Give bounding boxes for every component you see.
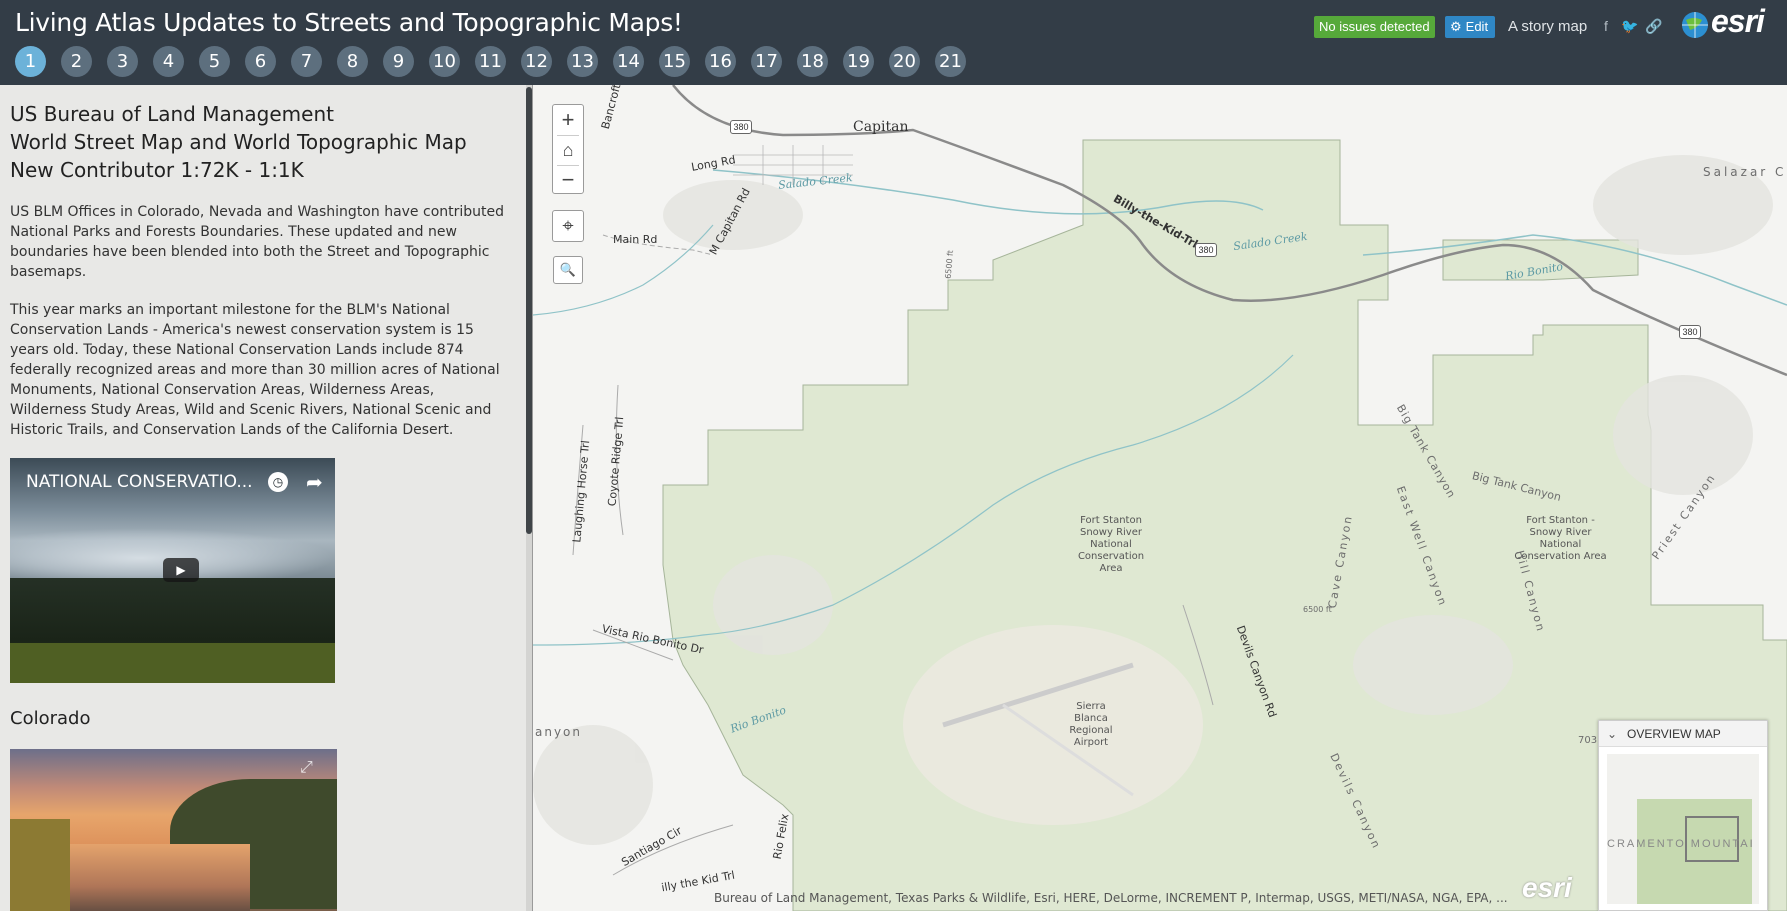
section-title-line2: World Street Map and World Topographic M… [10, 130, 467, 154]
tab-10[interactable]: 10 [429, 46, 460, 77]
video-title[interactable]: NATIONAL CONSERVATIO... [26, 472, 253, 492]
tab-14[interactable]: 14 [613, 46, 644, 77]
zoom-control: + ⌂ − [552, 104, 584, 194]
share-arrow-icon[interactable]: ➦ [306, 470, 323, 495]
chevron-down-icon[interactable]: ⌄ [1607, 721, 1617, 747]
video-grass [10, 643, 335, 683]
twitter-icon[interactable]: 🐦 [1621, 17, 1639, 35]
tab-18[interactable]: 18 [797, 46, 828, 77]
tab-3[interactable]: 3 [107, 46, 138, 77]
label-capitan: Capitan [853, 119, 909, 135]
locate-icon[interactable]: ⌖ [552, 210, 584, 242]
overview-map[interactable]: ⌄ OVERVIEW MAP CRAMENTO MOUNTAI [1598, 720, 1768, 911]
overview-map-title: OVERVIEW MAP [1627, 727, 1721, 741]
section-heading-colorado: Colorado [10, 708, 91, 729]
tab-11[interactable]: 11 [475, 46, 506, 77]
search-icon[interactable]: 🔍 [553, 256, 583, 284]
tab-9[interactable]: 9 [383, 46, 414, 77]
route-380-shield-2: 380 [1195, 243, 1217, 257]
tab-8[interactable]: 8 [337, 46, 368, 77]
app-header: Living Atlas Updates to Streets and Topo… [0, 0, 1787, 85]
tab-21[interactable]: 21 [935, 46, 966, 77]
label-salazar: Salazar C [1703, 165, 1787, 179]
tab-4[interactable]: 4 [153, 46, 184, 77]
zoom-out-button[interactable]: − [553, 165, 583, 195]
tab-16[interactable]: 16 [705, 46, 736, 77]
tab-7[interactable]: 7 [291, 46, 322, 77]
label-main-rd: Main Rd [613, 233, 658, 246]
paragraph-milestone: This year marks an important milestone f… [10, 302, 500, 438]
label-anyon: anyon [535, 725, 583, 739]
tab-19[interactable]: 19 [843, 46, 874, 77]
tab-5[interactable]: 5 [199, 46, 230, 77]
colorado-river-photo[interactable]: ⤢ [10, 749, 337, 911]
overview-region-label: CRAMENTO MOUNTAI [1607, 838, 1755, 850]
tab-12[interactable]: 12 [521, 46, 552, 77]
story-title: Living Atlas Updates to Streets and Topo… [15, 8, 683, 37]
watch-later-icon[interactable]: ◷ [268, 472, 288, 492]
story-map-link[interactable]: A story map [1508, 18, 1587, 35]
story-side-panel: US Bureau of Land Management World Stree… [0, 85, 526, 911]
tab-6[interactable]: 6 [245, 46, 276, 77]
home-icon[interactable]: ⌂ [553, 135, 583, 165]
gear-icon: ⚙ [1450, 19, 1462, 34]
overview-map-header[interactable]: ⌄ OVERVIEW MAP [1599, 721, 1767, 747]
label-sierra-blanca-airport: Sierra Blanca Regional Airport [1069, 701, 1113, 748]
label-fort-stanton-1: Fort Stanton Snowy River National Conser… [1077, 515, 1145, 574]
label-route-703: 703 [1578, 735, 1598, 746]
zoom-in-button[interactable]: + [553, 105, 583, 135]
paragraph-contributors: US BLM Offices in Colorado, Nevada and W… [10, 204, 505, 280]
tab-17[interactable]: 17 [751, 46, 782, 77]
route-380-shield: 380 [730, 120, 752, 134]
tab-20[interactable]: 20 [889, 46, 920, 77]
expand-icon[interactable]: ⤢ [300, 759, 313, 777]
powered-by-esri-logo: esri [1522, 872, 1572, 903]
edit-label: Edit [1465, 19, 1489, 34]
tab-2[interactable]: 2 [61, 46, 92, 77]
link-icon[interactable]: 🔗 [1645, 17, 1663, 35]
section-title: US Bureau of Land Management World Stree… [10, 100, 515, 184]
status-badge: No issues detected [1314, 16, 1435, 38]
tab-13[interactable]: 13 [567, 46, 598, 77]
photo-bank [10, 819, 70, 911]
facebook-icon[interactable]: f [1597, 17, 1615, 35]
map-attribution: Bureau of Land Management, Texas Parks &… [714, 891, 1508, 905]
tab-1[interactable]: 1 [15, 46, 46, 77]
overview-map-canvas[interactable]: CRAMENTO MOUNTAI [1607, 754, 1759, 904]
section-title-line1: US Bureau of Land Management [10, 102, 334, 126]
section-title-line3: New Contributor 1:72K - 1:1K [10, 158, 304, 182]
embedded-video[interactable]: NATIONAL CONSERVATIO... ◷ ➦ ▶ [10, 458, 335, 683]
tab-15[interactable]: 15 [659, 46, 690, 77]
play-icon[interactable]: ▶ [163, 558, 199, 582]
route-380-shield-3: 380 [1679, 325, 1701, 339]
label-contour-6500-b: 6500 ft [1303, 605, 1332, 614]
edit-button[interactable]: ⚙ Edit [1445, 16, 1495, 38]
esri-logo-text: esri [1711, 3, 1765, 39]
